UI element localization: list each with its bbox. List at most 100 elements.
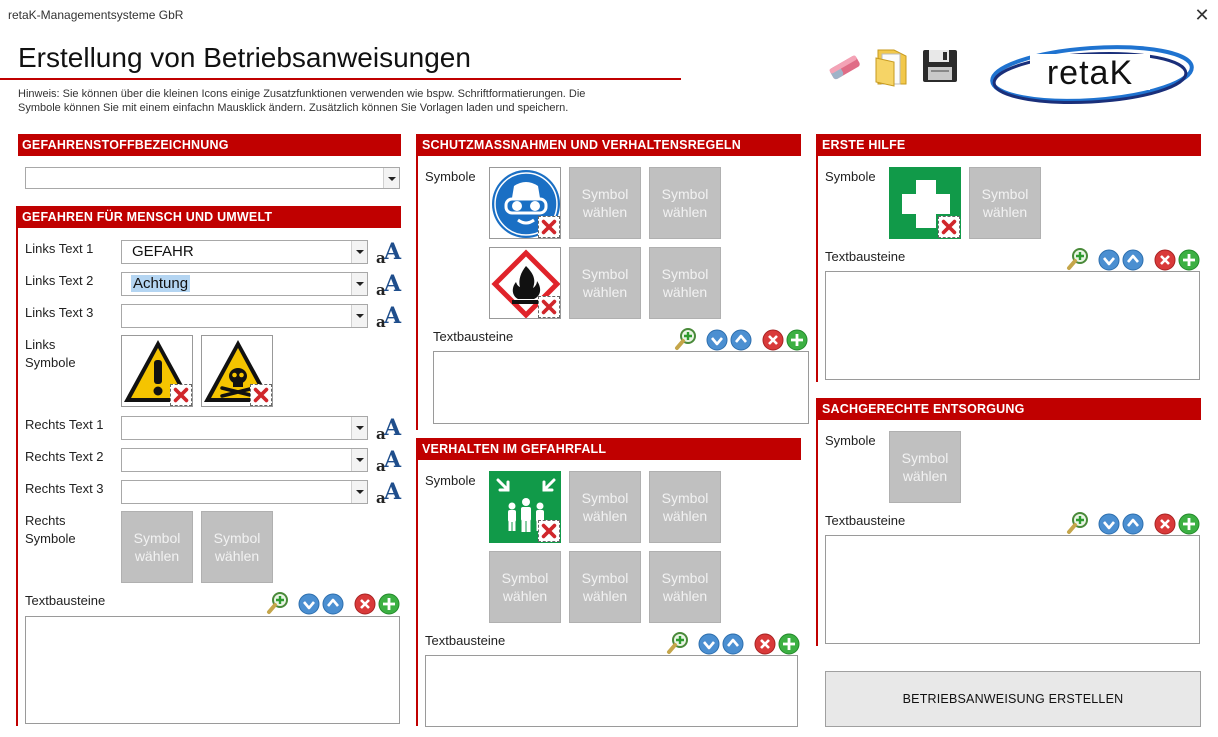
textbausteine-label: Textbausteine: [825, 249, 906, 264]
arrow-down-icon[interactable]: [706, 329, 728, 351]
symbol-placeholder-line1: Symbol: [661, 570, 709, 586]
symbol-placeholder[interactable]: Symbol wählen: [649, 551, 721, 623]
schutz-textbausteine-field[interactable]: [433, 351, 809, 424]
zoom-add-icon[interactable]: [1066, 511, 1090, 535]
add-circle-icon[interactable]: [786, 329, 808, 351]
remove-circle-icon[interactable]: [762, 329, 784, 351]
font-format-icon[interactable]: [375, 479, 403, 505]
links-text-3-label: Links Text 3: [25, 305, 94, 320]
symbol-placeholder[interactable]: Symbol wählen: [489, 551, 561, 623]
font-format-icon[interactable]: [375, 271, 403, 297]
links-text-2-select[interactable]: Achtung: [121, 272, 368, 296]
save-disk-icon[interactable]: [920, 46, 960, 86]
remove-symbol-icon[interactable]: [538, 216, 560, 238]
symbol-placeholder-line2: wählen: [582, 588, 628, 604]
chevron-down-icon[interactable]: [351, 481, 367, 503]
chevron-down-icon[interactable]: [351, 417, 367, 439]
links-symbole-label-line2: Symbole: [25, 355, 76, 370]
gefahren-textbausteine-field[interactable]: [25, 616, 400, 724]
arrow-up-icon[interactable]: [730, 329, 752, 351]
remove-circle-icon[interactable]: [354, 593, 376, 615]
chevron-down-icon[interactable]: [351, 241, 367, 263]
hint-text: Hinweis: Sie können über die kleinen Ico…: [18, 87, 678, 115]
erste-hilfe-symbole-label: Symbole: [825, 169, 876, 184]
chevron-down-icon[interactable]: [351, 273, 367, 295]
gefahrstoff-select[interactable]: [25, 167, 400, 189]
arrow-down-icon[interactable]: [1098, 513, 1120, 535]
chevron-down-icon[interactable]: [351, 305, 367, 327]
symbol-placeholder-line1: Symbol: [581, 186, 629, 202]
rechts-text-1-select[interactable]: [121, 416, 368, 440]
textbausteine-label: Textbausteine: [825, 513, 906, 528]
symbol-placeholder-line1: Symbol: [581, 266, 629, 282]
rechts-symbole-label: Rechts Symbole: [25, 512, 76, 548]
links-text-1-select[interactable]: GEFAHR: [121, 240, 368, 264]
symbol-placeholder-line2: wählen: [582, 508, 628, 524]
add-circle-icon[interactable]: [378, 593, 400, 615]
schutz-symbole-label: Symbole: [425, 169, 476, 184]
symbol-placeholder-line1: Symbol: [661, 490, 709, 506]
folder-icon[interactable]: [872, 44, 912, 87]
erste-hilfe-textbausteine-field[interactable]: [825, 271, 1200, 380]
font-format-icon[interactable]: [375, 239, 403, 265]
remove-symbol-icon[interactable]: [938, 216, 960, 238]
entsorgung-symbole-label: Symbole: [825, 433, 876, 448]
arrow-up-icon[interactable]: [322, 593, 344, 615]
verhalten-textbausteine-field[interactable]: [425, 655, 798, 727]
remove-circle-icon[interactable]: [754, 633, 776, 655]
symbol-placeholder[interactable]: Symbol wählen: [201, 511, 273, 583]
arrow-down-icon[interactable]: [698, 633, 720, 655]
remove-symbol-icon[interactable]: [538, 296, 560, 318]
chevron-down-icon[interactable]: [351, 449, 367, 471]
symbol-placeholder-line2: wählen: [502, 588, 548, 604]
header-schutz: SCHUTZMASSNAHMEN UND VERHALTENSREGELN: [418, 134, 801, 156]
arrow-up-icon[interactable]: [722, 633, 744, 655]
links-text-3-select[interactable]: [121, 304, 368, 328]
symbol-placeholder[interactable]: Symbol wählen: [889, 431, 961, 503]
header-gefahrstoff: GEFAHRENSTOFFBEZEICHNUNG: [18, 134, 401, 156]
arrow-up-icon[interactable]: [1122, 249, 1144, 271]
symbol-placeholder[interactable]: Symbol wählen: [969, 167, 1041, 239]
svg-text:retaK: retaK: [1047, 54, 1133, 92]
rechts-text-3-select[interactable]: [121, 480, 368, 504]
zoom-add-icon[interactable]: [666, 631, 690, 655]
zoom-add-icon[interactable]: [266, 591, 290, 615]
font-format-icon[interactable]: [375, 303, 403, 329]
symbol-placeholder[interactable]: Symbol wählen: [121, 511, 193, 583]
chevron-down-icon[interactable]: [383, 168, 399, 188]
remove-symbol-icon[interactable]: [170, 384, 192, 406]
symbol-placeholder[interactable]: Symbol wählen: [649, 167, 721, 239]
arrow-down-icon[interactable]: [298, 593, 320, 615]
remove-circle-icon[interactable]: [1154, 249, 1176, 271]
symbol-placeholder-line1: Symbol: [981, 186, 1029, 202]
font-format-icon[interactable]: [375, 447, 403, 473]
symbol-placeholder-line2: wählen: [582, 284, 628, 300]
remove-symbol-icon[interactable]: [538, 520, 560, 542]
symbol-placeholder-line2: wählen: [902, 468, 948, 484]
symbol-placeholder[interactable]: Symbol wählen: [649, 247, 721, 319]
symbol-placeholder[interactable]: Symbol wählen: [569, 167, 641, 239]
close-icon[interactable]: ✕: [1190, 4, 1214, 26]
eraser-icon[interactable]: [824, 46, 864, 86]
symbol-placeholder[interactable]: Symbol wählen: [569, 551, 641, 623]
links-text-2-label: Links Text 2: [25, 273, 94, 288]
zoom-add-icon[interactable]: [1066, 247, 1090, 271]
arrow-down-icon[interactable]: [1098, 249, 1120, 271]
add-circle-icon[interactable]: [1178, 513, 1200, 535]
font-format-icon[interactable]: [375, 415, 403, 441]
rechts-text-2-select[interactable]: [121, 448, 368, 472]
zoom-add-icon[interactable]: [674, 327, 698, 351]
symbol-placeholder[interactable]: Symbol wählen: [569, 247, 641, 319]
symbol-placeholder-line2: wählen: [662, 204, 708, 220]
create-betriebsanweisung-button[interactable]: BETRIEBSANWEISUNG ERSTELLEN: [825, 671, 1201, 727]
remove-symbol-icon[interactable]: [250, 384, 272, 406]
symbol-placeholder[interactable]: Symbol wählen: [649, 471, 721, 543]
arrow-up-icon[interactable]: [1122, 513, 1144, 535]
symbol-placeholder[interactable]: Symbol wählen: [569, 471, 641, 543]
add-circle-icon[interactable]: [1178, 249, 1200, 271]
links-text-1-value: GEFAHR: [132, 243, 194, 260]
remove-circle-icon[interactable]: [1154, 513, 1176, 535]
rechts-text-3-label: Rechts Text 3: [25, 481, 104, 496]
add-circle-icon[interactable]: [778, 633, 800, 655]
entsorgung-textbausteine-field[interactable]: [825, 535, 1200, 644]
